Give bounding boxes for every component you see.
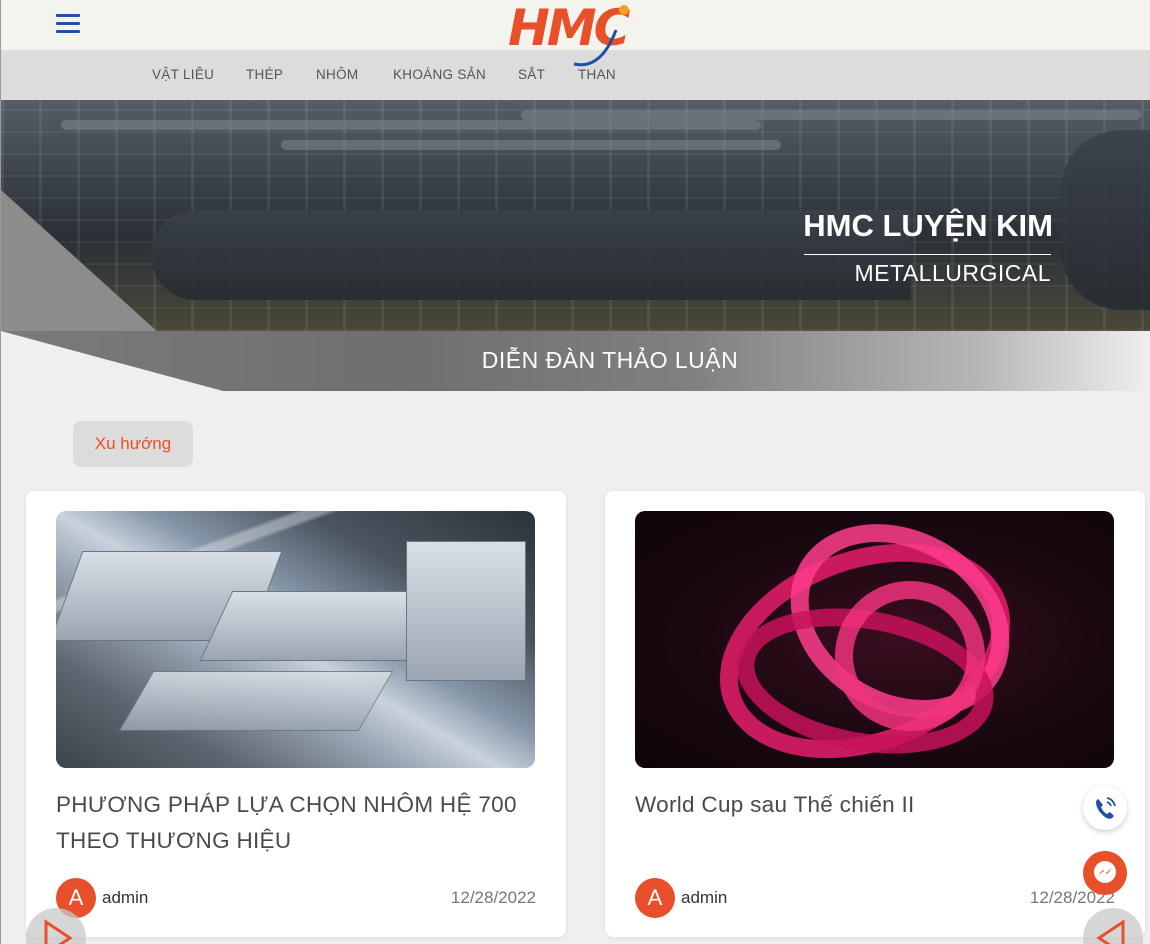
hero-subtitle: METALLURGICAL bbox=[854, 260, 1051, 286]
post-thumbnail[interactable] bbox=[635, 511, 1114, 768]
post-thumbnail[interactable] bbox=[56, 511, 535, 768]
svg-text:HMC: HMC bbox=[508, 0, 631, 57]
messenger-icon[interactable] bbox=[1083, 851, 1127, 895]
post-author[interactable]: admin bbox=[681, 888, 727, 908]
arrow-left-icon[interactable] bbox=[1083, 908, 1143, 944]
post-title[interactable]: PHƯƠNG PHÁP LỰA CHỌN NHÔM HỆ 700 THEO TH… bbox=[56, 787, 536, 859]
nav-item-khoang-san[interactable]: KHOÁNG SẢN bbox=[393, 67, 486, 82]
avatar: A bbox=[635, 878, 675, 918]
nav-item-nhom[interactable]: NHÔM bbox=[316, 67, 358, 82]
phone-icon[interactable] bbox=[1083, 786, 1127, 830]
trending-filter-button[interactable]: Xu hướng bbox=[73, 421, 193, 467]
hero-title: HMC LUYỆN KIM bbox=[803, 208, 1053, 243]
post-card[interactable]: World Cup sau Thế chiến II A admin 12/28… bbox=[605, 491, 1145, 937]
post-title[interactable]: World Cup sau Thế chiến II bbox=[635, 787, 1115, 823]
post-author[interactable]: admin bbox=[102, 888, 148, 908]
hero-divider bbox=[804, 254, 1051, 255]
nav-item-vat-lieu[interactable]: VẬT LIÊU bbox=[152, 67, 214, 82]
section-title: DIỄN ĐÀN THẢO LUẬN bbox=[481, 347, 739, 373]
hamburger-menu-icon[interactable] bbox=[56, 14, 80, 36]
post-card[interactable]: PHƯƠNG PHÁP LỰA CHỌN NHÔM HỆ 700 THEO TH… bbox=[26, 491, 566, 937]
post-date: 12/28/2022 bbox=[450, 888, 536, 907]
arrow-right-icon[interactable] bbox=[26, 908, 86, 944]
hmc-logo[interactable]: HMC bbox=[506, 0, 676, 72]
nav-item-thep[interactable]: THÉP bbox=[246, 67, 283, 82]
